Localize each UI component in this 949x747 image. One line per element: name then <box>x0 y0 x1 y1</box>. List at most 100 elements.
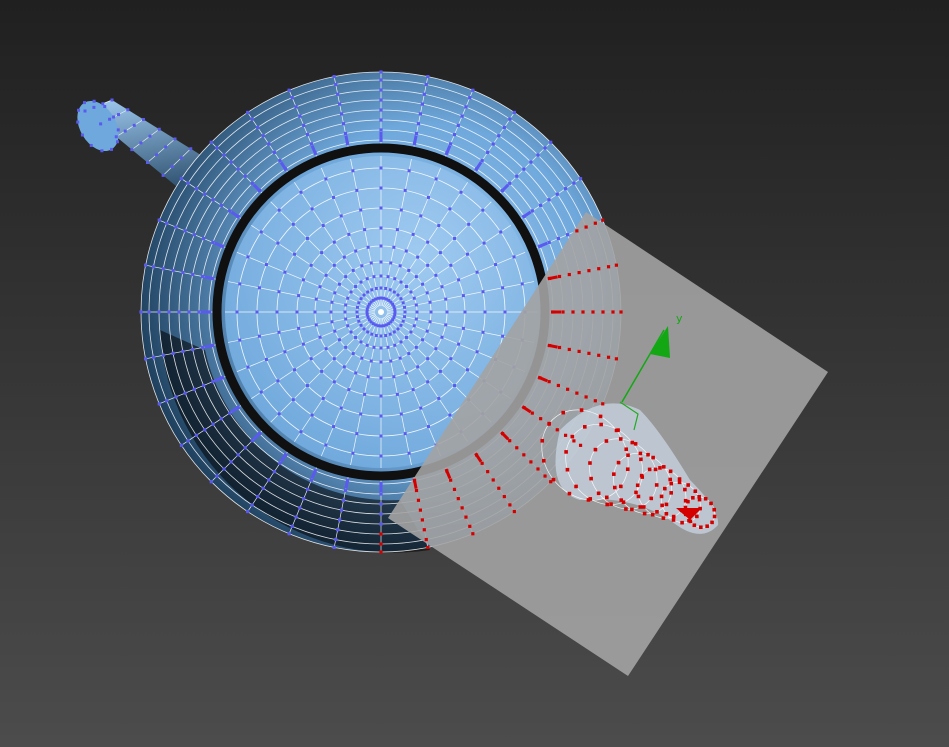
vertex <box>183 391 187 395</box>
vertex <box>355 432 359 436</box>
vertex <box>686 483 690 487</box>
vertex <box>680 520 684 525</box>
vertex <box>332 75 336 79</box>
vertex <box>480 159 484 163</box>
vertex <box>310 413 314 417</box>
vertex <box>379 542 383 546</box>
vertex <box>416 255 420 259</box>
vertex <box>339 112 344 116</box>
vertex <box>416 365 420 369</box>
vertex <box>320 369 324 373</box>
vertex <box>497 134 501 138</box>
vertex <box>425 329 429 333</box>
vertex <box>161 353 165 357</box>
vertex <box>712 514 717 519</box>
vertex <box>250 503 254 507</box>
vertex <box>177 310 181 314</box>
vertex <box>379 454 383 458</box>
viewport-canvas[interactable]: y <box>0 0 949 747</box>
vertex <box>633 442 638 446</box>
vertex <box>414 131 419 136</box>
vertex <box>392 290 396 294</box>
vertex <box>142 118 145 121</box>
vertex <box>508 439 512 443</box>
vertex <box>365 310 369 314</box>
vertex <box>456 123 460 127</box>
vertex <box>414 275 418 279</box>
vertex <box>379 186 383 190</box>
vertex <box>351 451 355 455</box>
vertex <box>339 406 343 410</box>
vertex <box>403 310 407 314</box>
vertex <box>393 307 397 311</box>
vertex <box>278 159 282 163</box>
vertex <box>238 282 242 286</box>
vertex <box>414 303 418 307</box>
vertex <box>540 438 545 443</box>
vertex <box>465 368 469 372</box>
vertex <box>243 174 247 178</box>
vertex <box>420 102 424 106</box>
vertex <box>444 323 448 327</box>
vertex <box>360 356 364 360</box>
vertex <box>593 447 598 452</box>
vertex <box>344 345 348 349</box>
vertex <box>399 208 403 212</box>
vertex <box>272 470 276 474</box>
vertex <box>379 98 383 102</box>
vertex <box>186 181 190 185</box>
vertex <box>494 263 498 267</box>
vertex <box>426 195 430 199</box>
vertex <box>146 161 149 164</box>
vertex <box>579 408 584 412</box>
vertex <box>547 240 551 244</box>
3d-viewport[interactable]: y <box>0 0 949 747</box>
vertex <box>115 140 119 144</box>
vertex <box>395 392 399 396</box>
vertex <box>646 452 650 457</box>
vertex <box>395 228 399 232</box>
vertex <box>130 148 134 152</box>
vertex <box>392 375 396 379</box>
vertex <box>392 305 396 309</box>
vertex <box>318 335 322 339</box>
vertex <box>481 290 485 294</box>
vertex <box>349 290 353 294</box>
vertex <box>369 261 373 265</box>
vertex <box>222 467 226 471</box>
vertex <box>369 359 373 363</box>
vertex <box>412 296 416 300</box>
vertex <box>379 324 383 328</box>
vertex <box>693 489 698 494</box>
vertex <box>642 505 646 509</box>
vertex <box>351 352 355 356</box>
vertex <box>276 241 280 245</box>
vertex <box>624 507 628 511</box>
vertex <box>171 269 175 273</box>
vertex <box>379 118 383 122</box>
vertex <box>379 550 383 554</box>
vertex <box>209 140 213 144</box>
vertex <box>571 310 575 314</box>
vertex <box>334 82 338 87</box>
vertex <box>203 192 207 196</box>
vertex <box>396 293 400 297</box>
vertex <box>110 98 114 102</box>
vertex <box>549 140 553 144</box>
vertex <box>164 145 168 149</box>
gizmo-y-label: y <box>676 312 683 325</box>
vertex <box>366 290 370 294</box>
vertex <box>167 310 171 314</box>
vertex <box>332 240 336 244</box>
vertex <box>630 507 634 512</box>
vertex <box>382 296 386 300</box>
vertex <box>379 334 383 338</box>
vertex <box>291 398 295 402</box>
vertex <box>561 310 565 314</box>
vertex <box>601 310 605 314</box>
vertex <box>557 345 562 350</box>
vertex <box>191 272 195 277</box>
vertex <box>110 147 113 151</box>
vertex <box>660 503 664 508</box>
vertex <box>482 241 486 245</box>
